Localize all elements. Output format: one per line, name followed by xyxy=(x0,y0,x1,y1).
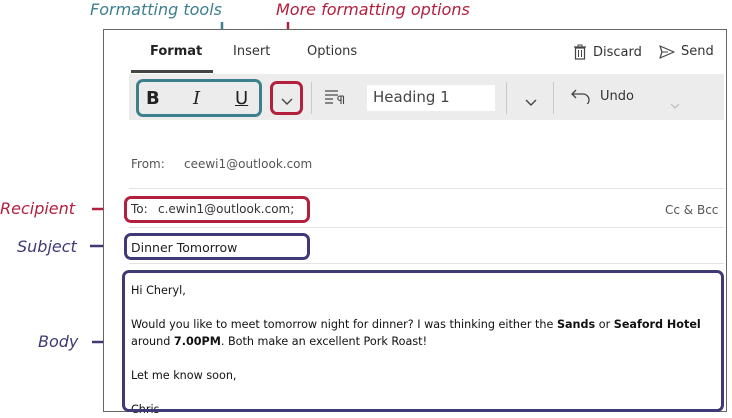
discard-button[interactable]: Discard xyxy=(573,44,642,60)
cc-bcc-button[interactable]: Cc & Bcc xyxy=(665,203,718,217)
subject-highlight xyxy=(124,233,310,260)
discard-label: Discard xyxy=(593,44,642,60)
divider xyxy=(129,188,724,189)
tab-options[interactable]: Options xyxy=(307,44,357,59)
divider xyxy=(129,227,724,228)
chevron-down-icon xyxy=(670,103,680,109)
paragraph-icon xyxy=(325,90,345,104)
tab-insert[interactable]: Insert xyxy=(233,44,270,59)
from-value: ceewi1@outlook.com xyxy=(184,157,313,171)
more-formatting-highlight xyxy=(270,81,303,115)
toolbar-divider xyxy=(311,82,312,114)
style-dropdown-button[interactable] xyxy=(524,93,538,112)
undo-dropdown-button[interactable] xyxy=(670,95,680,114)
chevron-down-icon xyxy=(525,99,537,106)
toolbar-divider xyxy=(553,82,554,114)
undo-icon xyxy=(571,89,590,104)
paragraph-style-select[interactable]: Heading 1 xyxy=(367,85,495,111)
from-label: From: xyxy=(131,157,165,171)
undo-label: Undo xyxy=(600,88,634,104)
recipient-highlight xyxy=(124,196,310,223)
formatting-tools-highlight xyxy=(136,79,262,117)
trash-icon xyxy=(574,44,586,60)
paragraph-button[interactable] xyxy=(324,88,346,110)
tab-format[interactable]: Format xyxy=(150,44,202,59)
send-button[interactable]: Send xyxy=(659,44,714,59)
divider xyxy=(129,263,724,264)
send-label: Send xyxy=(681,44,714,59)
body-highlight xyxy=(122,270,724,412)
active-tab-indicator xyxy=(131,70,213,73)
toolbar-divider xyxy=(506,82,507,114)
undo-button[interactable]: Undo xyxy=(570,88,634,104)
send-icon xyxy=(659,44,675,59)
